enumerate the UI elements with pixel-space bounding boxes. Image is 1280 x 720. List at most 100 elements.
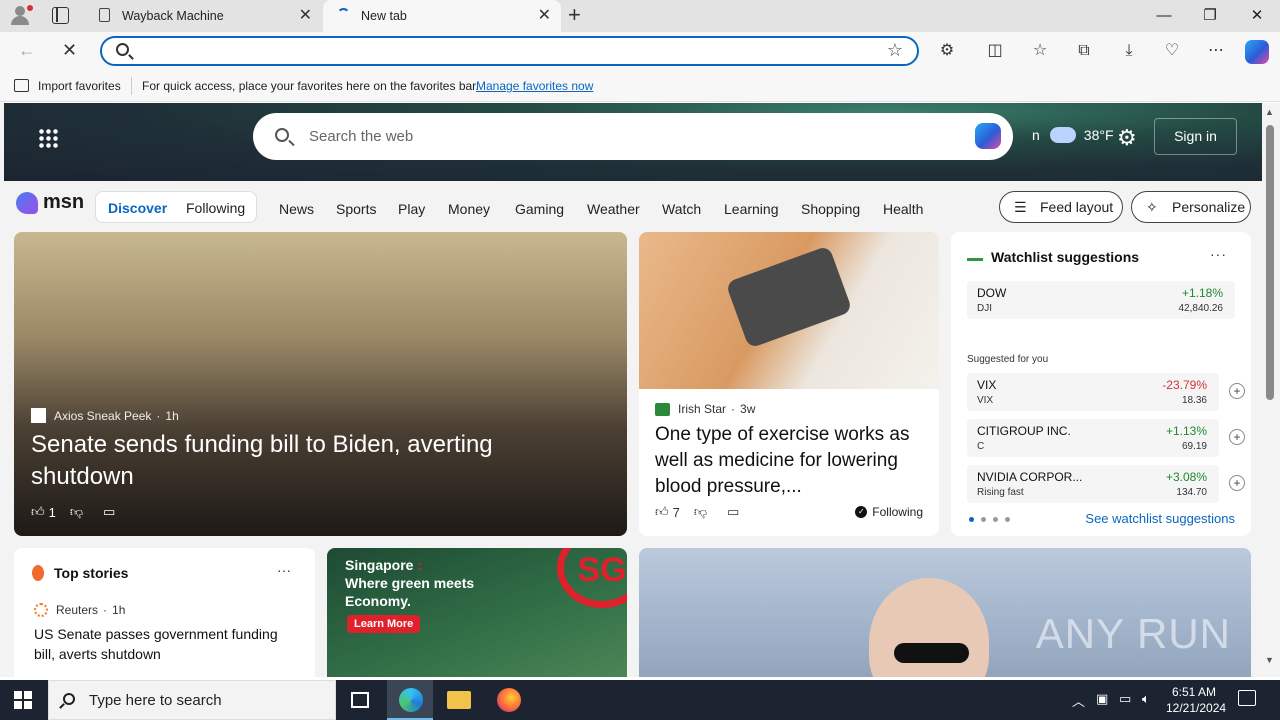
taskbar-search[interactable]: Type here to search [48, 680, 336, 720]
extensions-icon[interactable]: ⚙ [936, 40, 958, 62]
stock-row-citigroup[interactable]: CITIGROUP INC. C +1.13% 69.19 + [967, 419, 1245, 457]
stop-loading-button[interactable]: ✕ [62, 40, 77, 60]
downloads-icon[interactable]: ⤓ [1118, 40, 1140, 62]
tab-wayback-machine[interactable]: Wayback Machine ✕ [84, 0, 322, 32]
stock-row-vix[interactable]: VIX VIX -23.79% 18.36 + [967, 373, 1245, 411]
stock-name: NVIDIA CORPOR... [977, 470, 1083, 484]
edge-taskbar-button[interactable] [387, 680, 433, 720]
scroll-thumb[interactable] [1266, 125, 1274, 400]
nav-shopping[interactable]: Shopping [801, 201, 860, 217]
following-button[interactable]: ✓ Following [855, 505, 923, 519]
story-age: 1h [112, 603, 126, 617]
copilot-icon[interactable] [1245, 40, 1269, 64]
tab-discover[interactable]: Discover [108, 200, 167, 216]
favorites-icon[interactable]: ☆ [1029, 40, 1051, 62]
browser-toolbar: ← ✕ ☆ ⚙ ◫ ☆ ⧉ ⤓ ♡ ⋯ [0, 32, 1280, 70]
new-tab-button[interactable]: + [568, 4, 581, 26]
feed-layout-button[interactable]: ☰ Feed layout [999, 191, 1123, 223]
like-icon[interactable]: 👍︎ [655, 504, 669, 520]
volume-icon[interactable]: 🔈︎ [1142, 691, 1150, 707]
feed-toggle: Discover Following [95, 191, 257, 223]
favorite-star-icon[interactable]: ☆ [887, 40, 903, 61]
more-options-icon[interactable]: ··· [277, 562, 291, 578]
collections-icon[interactable]: ⧉ [1073, 40, 1095, 62]
file-explorer-button[interactable] [435, 680, 481, 720]
network-icon[interactable]: ▭ [1119, 691, 1131, 707]
sign-in-button[interactable]: Sign in [1154, 118, 1237, 155]
address-bar[interactable]: ☆ [100, 36, 919, 66]
msn-logo[interactable]: msn [16, 191, 84, 214]
split-screen-icon[interactable]: ◫ [984, 40, 1006, 62]
nav-sports[interactable]: Sports [336, 201, 376, 217]
firefox-button[interactable] [485, 680, 531, 720]
close-tab-icon[interactable]: ✕ [538, 8, 551, 24]
personalize-button[interactable]: ✧ Personalize [1131, 191, 1251, 223]
stock-value: 134.70 [1176, 487, 1207, 498]
more-options-icon[interactable]: ⋯ [1205, 40, 1227, 62]
nav-weather[interactable]: Weather [587, 201, 640, 217]
comment-icon[interactable]: ▭ [727, 504, 739, 520]
device-icon[interactable]: ▣ [1096, 691, 1108, 707]
taskbar-search-placeholder: Type here to search [89, 692, 222, 709]
like-icon[interactable]: 👍︎ [31, 504, 45, 520]
windows-start-icon[interactable] [14, 691, 32, 709]
add-to-watchlist-icon[interactable]: + [1229, 383, 1245, 399]
story-source: Axios Sneak Peek · 1h [31, 408, 179, 423]
scroll-up-icon[interactable]: ▲ [1265, 107, 1274, 117]
settings-gear-icon[interactable]: ⚙ [1117, 125, 1137, 151]
web-search-box[interactable]: Search the web [253, 113, 1013, 160]
minimize-button[interactable]: — [1141, 0, 1187, 32]
top-story-headline[interactable]: US Senate passes government funding bill… [34, 624, 294, 664]
axios-logo-icon [31, 408, 46, 423]
story-title[interactable]: Senate sends funding bill to Biden, aver… [31, 429, 531, 493]
carousel-dots[interactable] [969, 517, 1017, 522]
stock-row-nvidia[interactable]: NVIDIA CORPOR... Rising fast +3.08% 134.… [967, 465, 1245, 503]
manage-favorites-link[interactable]: Manage favorites now [476, 79, 593, 93]
nav-health[interactable]: Health [883, 201, 923, 217]
nav-learning[interactable]: Learning [724, 201, 779, 217]
health-story-card[interactable]: Irish Star · 3w One type of exercise wor… [639, 232, 939, 536]
address-input[interactable] [142, 41, 882, 61]
close-tab-icon[interactable]: ✕ [299, 8, 312, 24]
nav-money[interactable]: Money [448, 201, 490, 217]
tab-new-tab[interactable]: New tab ✕ [323, 0, 561, 32]
page-scrollbar[interactable]: ▲ ▼ [1262, 103, 1280, 677]
watchlist-title: Watchlist suggestions [991, 249, 1140, 265]
story-title[interactable]: One type of exercise works as well as me… [655, 422, 925, 500]
ad-text: Singapore : Where green meets Economy. [345, 556, 474, 610]
dislike-icon[interactable]: 👎︎ [694, 504, 707, 520]
scroll-down-icon[interactable]: ▼ [1265, 655, 1274, 665]
stock-row-dow[interactable]: DOW DJI +1.18% 42,840.26 [967, 281, 1235, 319]
tab-actions-icon[interactable] [52, 7, 69, 24]
add-to-watchlist-icon[interactable]: + [1229, 475, 1245, 491]
nav-watch[interactable]: Watch [662, 201, 701, 217]
system-clock[interactable]: 6:51 AM 12/21/2024 [1166, 684, 1226, 716]
import-favorites-button[interactable]: Import favorites [38, 79, 121, 93]
learn-more-button[interactable]: Learn More [347, 615, 421, 633]
nav-news[interactable]: News [279, 201, 314, 217]
app-launcher-icon[interactable] [38, 128, 58, 148]
chevron-up-icon[interactable]: ︿ [1072, 691, 1085, 710]
close-window-button[interactable]: ✕ [1234, 0, 1280, 32]
see-watchlist-link[interactable]: See watchlist suggestions [1085, 511, 1235, 526]
comment-icon[interactable]: ▭ [103, 504, 115, 520]
copilot-icon[interactable] [975, 123, 1001, 149]
main-story-card[interactable]: Axios Sneak Peek · 1h Senate sends fundi… [14, 232, 627, 536]
import-icon [14, 79, 29, 92]
task-view-button[interactable] [337, 680, 383, 720]
profile-icon[interactable] [8, 4, 34, 28]
back-button[interactable]: ← [18, 40, 36, 60]
photo-story-card[interactable]: ANY RUN [639, 548, 1251, 677]
singapore-ad[interactable]: Singapore : Where green meets Economy. L… [327, 548, 627, 677]
tab-following[interactable]: Following [186, 200, 245, 216]
nav-gaming[interactable]: Gaming [515, 201, 564, 217]
task-view-icon [351, 692, 369, 708]
nav-play[interactable]: Play [398, 201, 425, 217]
dislike-icon[interactable]: 👎︎ [70, 504, 83, 520]
performance-icon[interactable]: ♡ [1161, 40, 1183, 62]
more-options-icon[interactable]: ··· [1210, 246, 1227, 262]
restore-button[interactable]: ❐ [1187, 0, 1233, 32]
notifications-icon[interactable] [1238, 690, 1256, 706]
weather-widget[interactable]: n 38°F [1032, 127, 1114, 143]
add-to-watchlist-icon[interactable]: + [1229, 429, 1245, 445]
